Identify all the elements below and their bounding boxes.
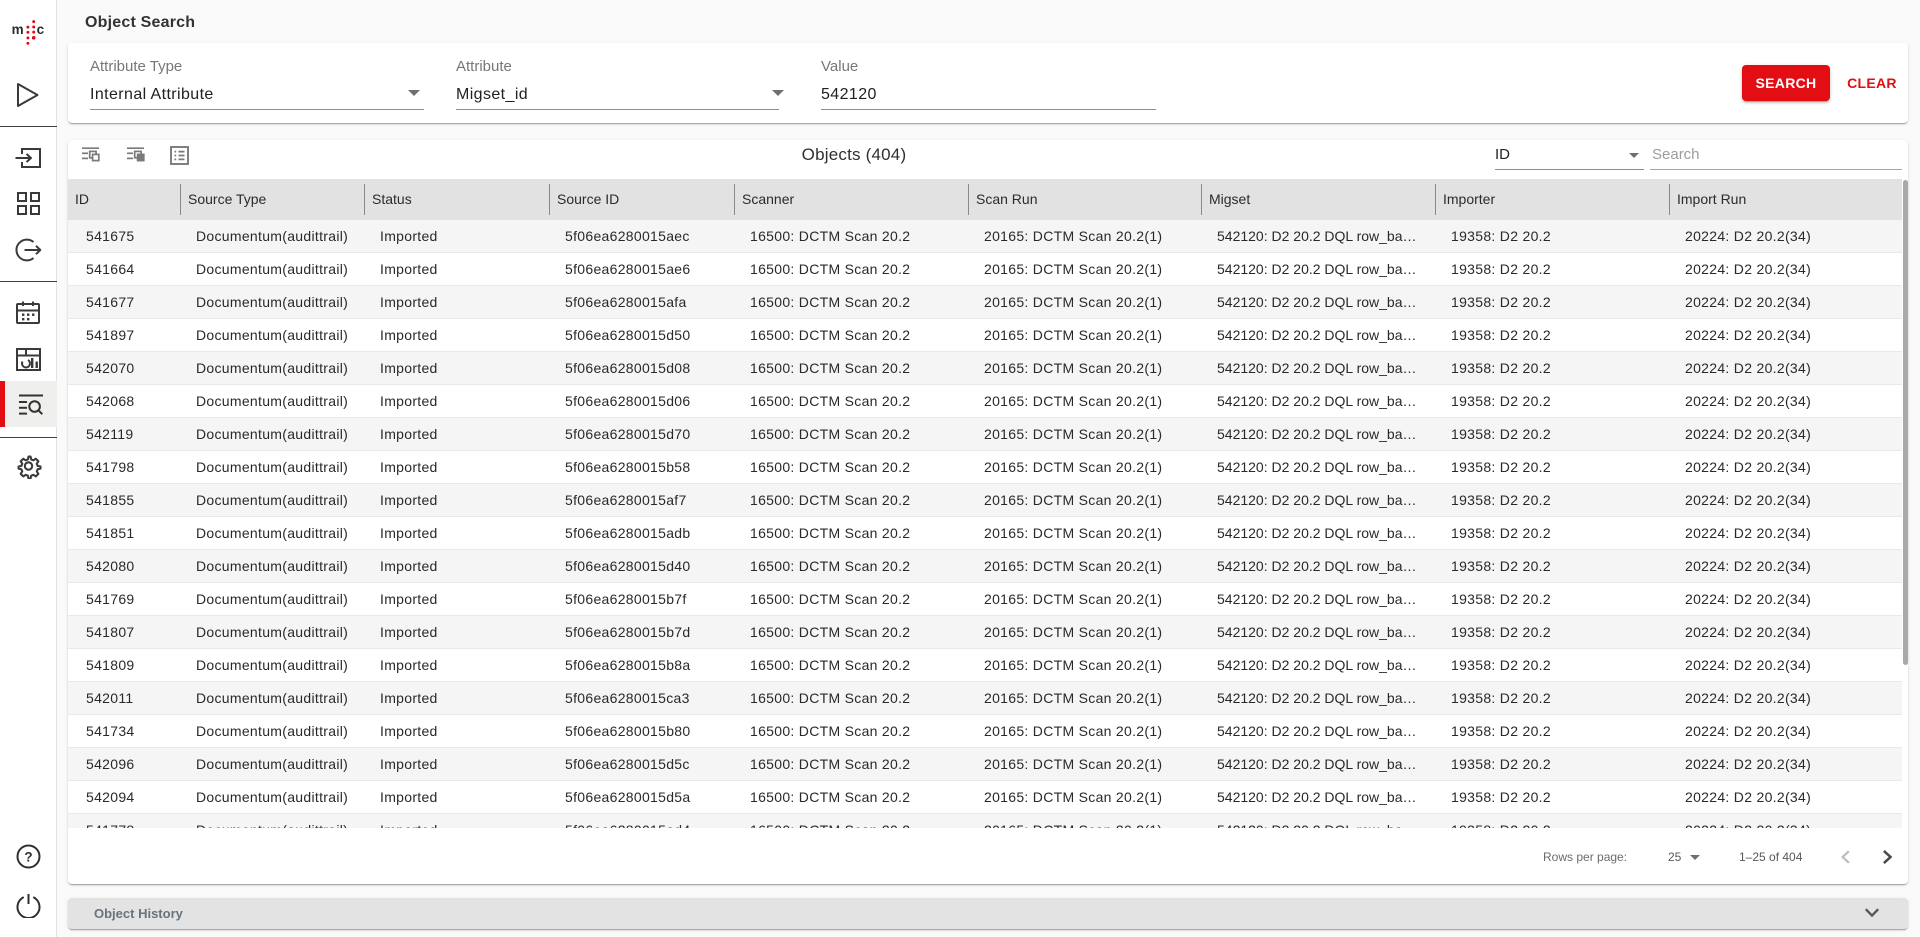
svg-text:c: c (37, 22, 45, 37)
svg-text:?: ? (24, 850, 32, 865)
svg-text:m: m (12, 22, 24, 37)
